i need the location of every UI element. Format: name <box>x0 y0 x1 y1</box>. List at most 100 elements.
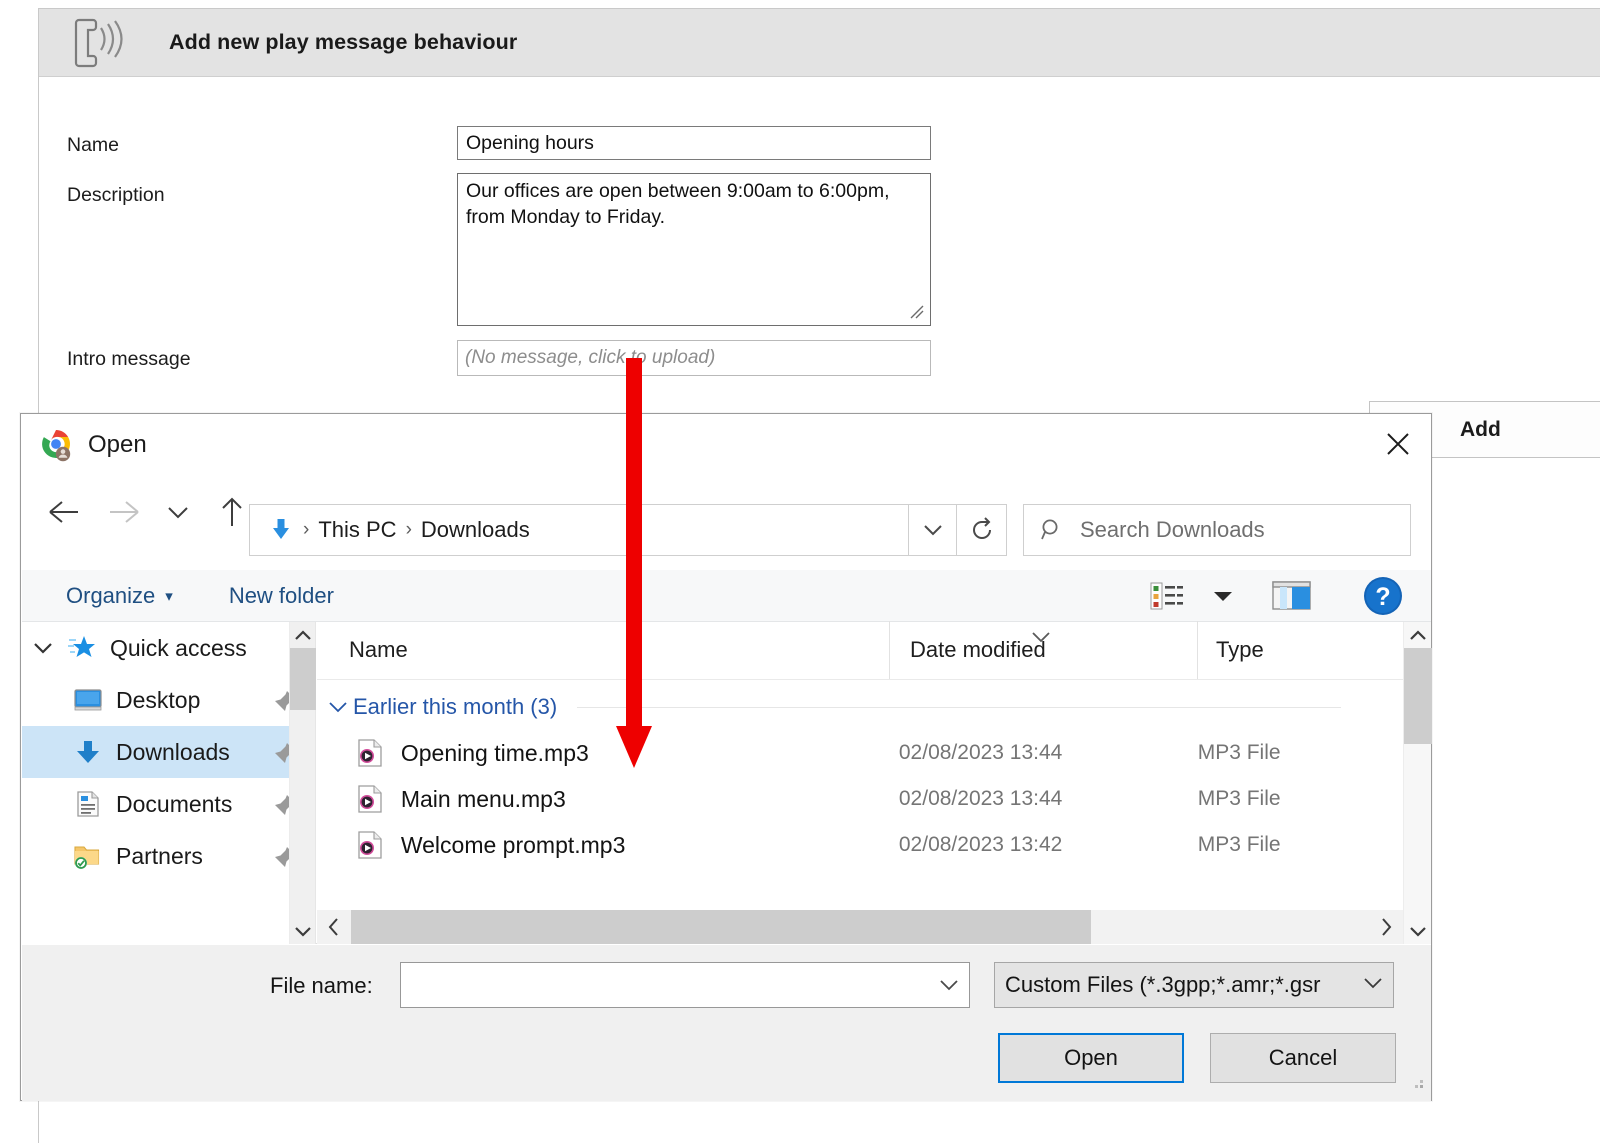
column-header-type[interactable]: Type <box>1197 621 1377 679</box>
breadcrumb-this-pc[interactable]: This PC <box>318 517 396 543</box>
sidebar-item-desktop[interactable]: Desktop <box>22 674 315 726</box>
open-file-dialog: Open <box>20 413 1432 1101</box>
chevron-down-icon <box>1363 976 1383 995</box>
file-date-modified: 02/08/2023 13:44 <box>899 741 1198 765</box>
app-header: Add new play message behaviour <box>39 9 1600 77</box>
cancel-button[interactable]: Cancel <box>1210 1033 1396 1083</box>
close-icon[interactable] <box>1365 414 1431 474</box>
search-box[interactable]: Search Downloads <box>1023 504 1411 556</box>
breadcrumb-downloads[interactable]: Downloads <box>421 517 530 543</box>
column-header-label: Date modified <box>910 637 1046 663</box>
file-list-horizontal-scrollbar[interactable] <box>317 910 1403 944</box>
file-list-pane: Name Date modified Type <box>317 622 1431 944</box>
column-header-label: Name <box>349 637 408 663</box>
dialog-body: Quick access Desktop <box>22 622 1431 944</box>
downloads-arrow-icon <box>268 517 294 543</box>
sidebar-item-downloads[interactable]: Downloads <box>22 726 315 778</box>
documents-icon <box>70 790 106 818</box>
file-name-input[interactable] <box>401 963 931 1005</box>
address-bar[interactable]: › This PC › Downloads <box>249 504 909 556</box>
help-icon[interactable]: ? <box>1335 575 1431 617</box>
file-type-filter-value: Custom Files (*.3gpp;*.amr;*.gsr <box>1005 972 1320 998</box>
add-button-label: Add <box>1460 418 1501 442</box>
sidebar-item-documents[interactable]: Documents <box>22 778 315 830</box>
organize-label: Organize <box>66 583 155 609</box>
dialog-footer: File name: Custom Files (*.3gpp;*.amr;*.… <box>22 945 1431 1101</box>
intro-message-label: Intro message <box>67 348 191 371</box>
file-name-dropdown-button[interactable] <box>930 964 968 1006</box>
screenshot-root: Add new play message behaviour Name Desc… <box>0 0 1600 1143</box>
file-type: MP3 File <box>1198 741 1377 765</box>
sidebar-item-label: Documents <box>116 791 232 818</box>
column-headers: Name Date modified Type <box>317 622 1431 680</box>
open-button[interactable]: Open <box>998 1033 1184 1083</box>
navigation-pane: Quick access Desktop <box>22 622 316 944</box>
desktop-icon <box>70 687 106 713</box>
refresh-icon[interactable] <box>957 504 1007 556</box>
scroll-left-arrow-icon[interactable] <box>317 910 351 944</box>
arrow-right-icon <box>101 489 147 535</box>
scroll-up-arrow-icon[interactable] <box>1404 622 1432 648</box>
sidebar-item-partners[interactable]: Partners <box>22 830 315 882</box>
preview-pane-icon[interactable] <box>1249 580 1335 612</box>
file-date-modified: 02/08/2023 13:44 <box>899 787 1198 811</box>
chevron-down-icon[interactable] <box>161 489 195 535</box>
file-list-scrollbar[interactable] <box>1403 622 1431 944</box>
chevron-down-icon <box>939 978 959 992</box>
page-title: Add new play message behaviour <box>169 30 517 55</box>
sidebar-item-quick-access[interactable]: Quick access <box>22 622 315 674</box>
search-icon <box>1040 518 1064 542</box>
group-header-earlier-this-month[interactable]: Earlier this month (3) <box>317 686 1377 728</box>
scrollbar-track[interactable] <box>351 910 1369 944</box>
description-textarea[interactable]: Our offices are open between 9:00am to 6… <box>457 173 931 326</box>
file-type-filter-select[interactable]: Custom Files (*.3gpp;*.amr;*.gsr <box>994 962 1394 1008</box>
sidebar-item-label: Downloads <box>116 739 230 766</box>
chevron-down-icon[interactable] <box>22 640 64 656</box>
chrome-icon <box>40 428 74 462</box>
scrollbar-thumb[interactable] <box>1404 648 1432 744</box>
phone-speaker-icon <box>65 14 127 72</box>
chevron-down-icon[interactable] <box>1197 589 1249 603</box>
breadcrumb-separator: › <box>406 519 412 541</box>
resize-grip-icon[interactable] <box>1407 1072 1425 1095</box>
chevron-down-icon <box>1030 624 1052 650</box>
scroll-down-arrow-icon[interactable] <box>1404 918 1432 944</box>
file-name-field[interactable] <box>400 962 970 1008</box>
view-details-icon[interactable] <box>1137 581 1197 611</box>
column-header-name[interactable]: Name <box>317 621 889 679</box>
mp3-file-icon <box>351 830 389 860</box>
dialog-title: Open <box>88 431 147 459</box>
column-header-label: Type <box>1216 637 1264 663</box>
form-area: Name Description Our offices are open be… <box>39 78 1600 400</box>
new-folder-button[interactable]: New folder <box>223 570 340 622</box>
intro-message-upload-field[interactable]: (No message, click to upload) <box>457 340 931 376</box>
address-dropdown-button[interactable] <box>909 504 957 556</box>
name-input[interactable] <box>457 126 931 160</box>
breadcrumb-separator: › <box>303 519 309 541</box>
table-row[interactable]: Opening time.mp3 02/08/2023 13:44 MP3 Fi… <box>317 730 1377 776</box>
organize-button[interactable]: Organize ▾ <box>60 570 179 622</box>
mp3-file-icon <box>351 738 389 768</box>
table-row[interactable]: Welcome prompt.mp3 02/08/2023 13:42 MP3 … <box>317 822 1377 868</box>
svg-text:?: ? <box>1375 583 1390 611</box>
chevron-down-icon[interactable] <box>317 700 353 714</box>
chevron-down-icon: ▾ <box>165 587 173 605</box>
table-row[interactable]: Main menu.mp3 02/08/2023 13:44 MP3 File <box>317 776 1377 822</box>
scroll-right-arrow-icon[interactable] <box>1369 910 1403 944</box>
scrollbar-thumb[interactable] <box>351 910 1091 944</box>
file-name: Opening time.mp3 <box>401 740 899 767</box>
file-name: Welcome prompt.mp3 <box>401 832 899 859</box>
arrow-left-icon[interactable] <box>41 489 87 535</box>
name-label: Name <box>67 134 119 157</box>
scroll-down-arrow-icon[interactable] <box>290 918 316 944</box>
file-name-label: File name: <box>270 973 373 999</box>
star-pin-icon <box>64 634 100 662</box>
dialog-titlebar: Open <box>21 414 1431 476</box>
mp3-file-icon <box>351 784 389 814</box>
column-header-date-modified[interactable]: Date modified <box>889 621 1197 679</box>
cancel-button-label: Cancel <box>1269 1045 1337 1071</box>
folder-sync-icon <box>70 842 106 870</box>
scroll-up-arrow-icon[interactable] <box>290 622 316 648</box>
navigation-pane-scrollbar[interactable] <box>289 622 315 944</box>
scrollbar-thumb[interactable] <box>290 648 316 710</box>
